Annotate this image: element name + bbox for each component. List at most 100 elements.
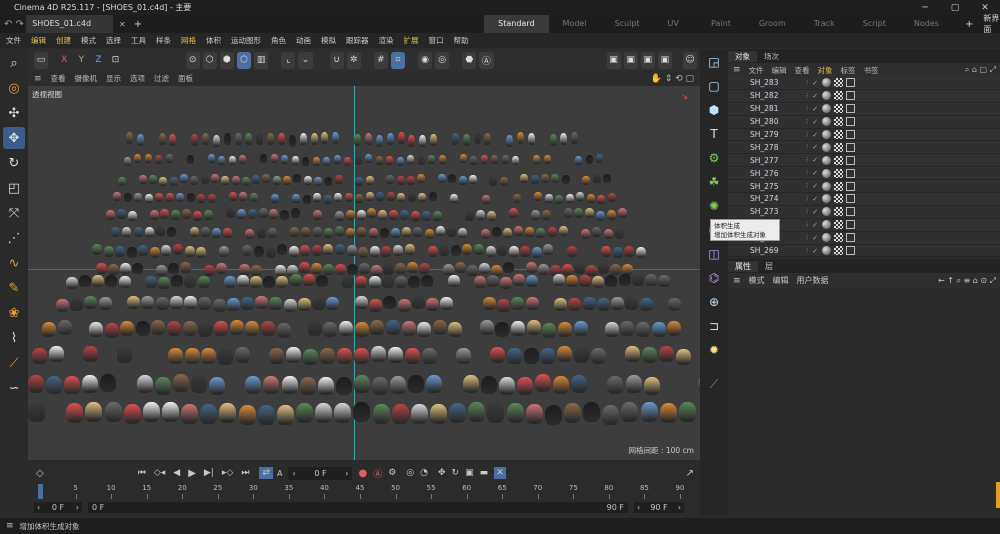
- shoe-model[interactable]: [179, 174, 188, 184]
- shoe-model[interactable]: [525, 296, 539, 310]
- shoe-model[interactable]: [394, 263, 406, 275]
- shoe-model[interactable]: [312, 156, 320, 166]
- shoe-model[interactable]: [421, 348, 437, 365]
- uvw-tag-icon[interactable]: [834, 104, 844, 114]
- menu-mesh[interactable]: 网格: [181, 35, 196, 46]
- object-row[interactable]: SH_269 ⁝ ✓: [728, 244, 1000, 258]
- shoe-model[interactable]: [375, 134, 383, 147]
- shoe-model[interactable]: [138, 244, 149, 256]
- shoe-model[interactable]: [184, 296, 198, 309]
- phong-tag-icon[interactable]: [846, 130, 856, 139]
- render-view-icon[interactable]: ▣: [606, 51, 621, 69]
- shoe-model[interactable]: [428, 192, 437, 202]
- shoe-model[interactable]: [454, 262, 466, 274]
- globe-icon[interactable]: ⊕: [703, 291, 725, 313]
- shoe-model[interactable]: [367, 208, 377, 219]
- shoe-model[interactable]: [66, 276, 78, 289]
- shoe-model[interactable]: [106, 210, 115, 221]
- shoe-model[interactable]: [382, 264, 394, 276]
- shoe-model[interactable]: [302, 156, 310, 166]
- enabled-check-icon[interactable]: ✓: [812, 92, 818, 100]
- shoe-model[interactable]: [597, 194, 606, 204]
- shoe-model[interactable]: [487, 402, 505, 423]
- shoe-model[interactable]: [184, 275, 197, 288]
- shoe-model[interactable]: [312, 297, 326, 311]
- shoe-model[interactable]: [558, 226, 568, 237]
- loop-icon[interactable]: ⇄: [259, 467, 273, 479]
- shoe-model[interactable]: [332, 132, 340, 145]
- next-frame-icon[interactable]: ▶|: [204, 468, 214, 478]
- shoe-model[interactable]: [636, 321, 651, 337]
- axis-z-toggle[interactable]: Z: [91, 52, 105, 69]
- visibility-dots-icon[interactable]: ⁝: [806, 221, 808, 229]
- visibility-dots-icon[interactable]: ⁝: [806, 105, 808, 113]
- shoe-model[interactable]: [144, 275, 157, 288]
- tab-paint[interactable]: Paint: [697, 15, 745, 33]
- shoe-model[interactable]: [107, 263, 119, 275]
- shoe-model[interactable]: [369, 246, 380, 258]
- shoe-model[interactable]: [459, 154, 467, 164]
- shoe-model[interactable]: [513, 193, 522, 203]
- field-icon[interactable]: ✺: [703, 195, 725, 217]
- shoe-model[interactable]: [574, 346, 590, 363]
- shoe-model[interactable]: [386, 192, 395, 201]
- shoe-model[interactable]: [219, 245, 230, 257]
- shoe-model[interactable]: [525, 226, 535, 237]
- shoe-model[interactable]: [138, 175, 147, 185]
- shoe-model[interactable]: [601, 246, 612, 258]
- shoe-model[interactable]: [506, 403, 524, 424]
- axis-y-toggle[interactable]: Y: [74, 52, 88, 69]
- shoe-model[interactable]: [369, 298, 383, 312]
- shoe-model[interactable]: [400, 209, 410, 220]
- shoe-model[interactable]: [98, 296, 112, 310]
- shoe-model[interactable]: [263, 376, 280, 395]
- shoe-model[interactable]: [586, 264, 598, 276]
- shoe-model[interactable]: [280, 210, 290, 221]
- shoe-model[interactable]: [571, 132, 579, 145]
- shoe-model[interactable]: [448, 174, 457, 184]
- shoe-model[interactable]: [402, 226, 412, 237]
- shoe-model[interactable]: [354, 348, 370, 365]
- enabled-check-icon[interactable]: ✓: [812, 156, 818, 164]
- enabled-check-icon[interactable]: ✓: [812, 182, 818, 190]
- shoe-model[interactable]: [355, 275, 368, 288]
- shoe-model[interactable]: [270, 193, 279, 203]
- shoe-model[interactable]: [92, 244, 102, 256]
- shoe-model[interactable]: [218, 348, 234, 365]
- visibility-dots-icon[interactable]: ⁝: [806, 79, 808, 87]
- shoe-model[interactable]: [333, 155, 341, 165]
- menu-animate[interactable]: 动画: [296, 35, 311, 46]
- shoe-model[interactable]: [583, 402, 601, 423]
- shoe-model[interactable]: [486, 274, 499, 287]
- shoe-model[interactable]: [607, 210, 617, 221]
- autokey-icon[interactable]: A: [277, 469, 282, 478]
- shoe-model[interactable]: [499, 176, 508, 186]
- menu-tracker[interactable]: 跟踪器: [346, 35, 369, 46]
- shoe-model[interactable]: [370, 264, 382, 276]
- soft-select-icon[interactable]: ◎: [435, 51, 450, 69]
- shoe-model[interactable]: [311, 262, 323, 274]
- shoe-model[interactable]: [526, 275, 539, 288]
- shoe-model[interactable]: [267, 132, 275, 145]
- shoe-model[interactable]: [413, 227, 423, 238]
- play-icon[interactable]: ▶: [188, 468, 196, 479]
- shoe-model[interactable]: [239, 264, 251, 276]
- shoe-model[interactable]: [276, 322, 291, 338]
- tab-layers[interactable]: 层: [758, 261, 780, 272]
- spline-deform-icon[interactable]: ⌬: [703, 267, 725, 289]
- scale-key-icon[interactable]: ▣: [465, 468, 474, 478]
- shoe-model[interactable]: [278, 133, 286, 146]
- shoe-model[interactable]: [480, 228, 490, 239]
- close-button[interactable]: ✕: [970, 3, 1000, 13]
- tab-script[interactable]: Script: [849, 15, 900, 33]
- material-tag-icon[interactable]: [822, 233, 832, 243]
- snap-settings-icon[interactable]: ✲: [346, 51, 361, 69]
- maximize-button[interactable]: ▢: [940, 3, 970, 13]
- grid-snap-icon[interactable]: #: [373, 51, 388, 69]
- shoe-model[interactable]: [659, 402, 677, 423]
- shoe-model[interactable]: [678, 402, 696, 423]
- camera-icon[interactable]: ⊐: [703, 315, 725, 337]
- scale-icon[interactable]: ◰: [3, 177, 25, 199]
- shoe-model[interactable]: [315, 402, 333, 423]
- phong-tag-icon[interactable]: [846, 142, 856, 152]
